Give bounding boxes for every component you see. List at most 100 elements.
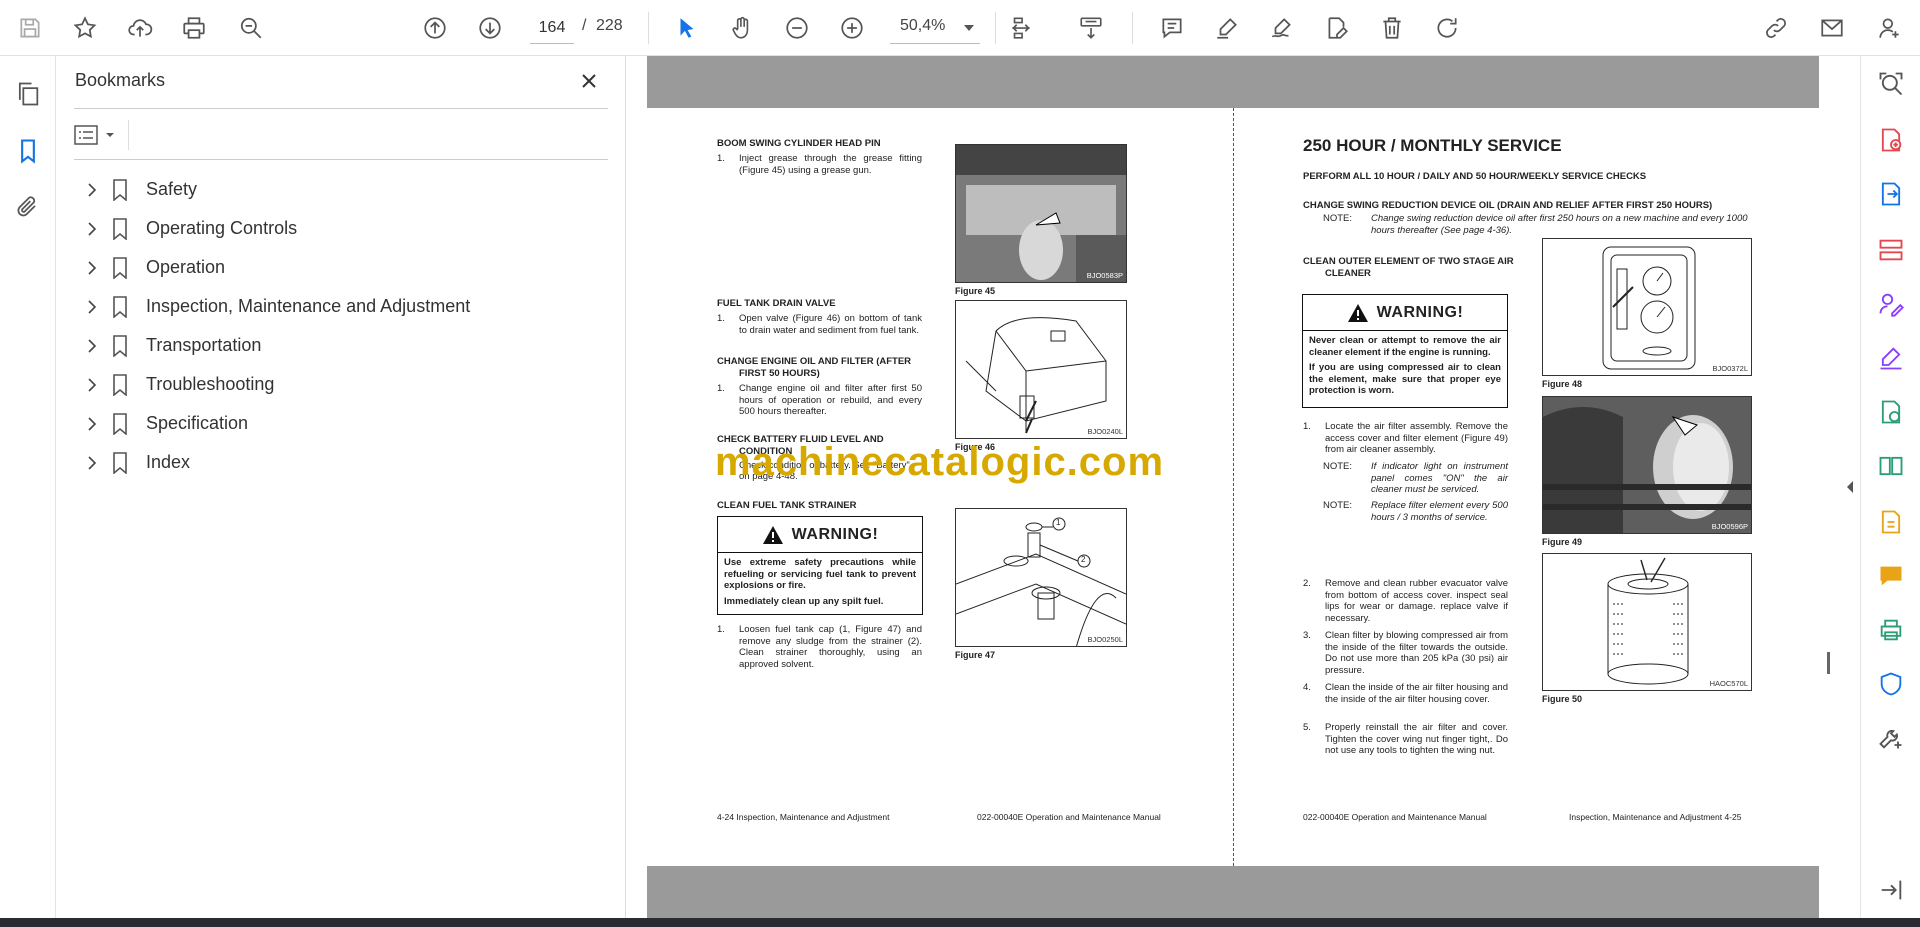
chevron-right-icon[interactable] — [80, 334, 104, 358]
bookmark-icon — [110, 256, 130, 280]
bookmark-item-operation[interactable]: Operation — [74, 248, 608, 287]
account-icon[interactable] — [1872, 10, 1908, 46]
page-fold-line — [1233, 108, 1234, 866]
warning-box: WARNING! Never clean or attempt to remov… — [1302, 294, 1508, 408]
list-item: 2. Remove and clean rubber evacuator valv… — [1303, 578, 1508, 624]
save-icon[interactable] — [12, 10, 48, 46]
watermark-text: machinecatalogic.com — [715, 440, 1165, 484]
scrollbar-thumb[interactable] — [1827, 652, 1830, 674]
trash-icon[interactable] — [1374, 10, 1410, 46]
right-tools-rail — [1860, 56, 1920, 918]
zoom-out-icon[interactable] — [779, 10, 815, 46]
figure-47-image: 1 2 BJO0250L — [955, 508, 1127, 647]
warning-header: WARNING! — [718, 517, 922, 553]
section-title: CHANGE SWING REDUCTION DEVICE OIL (DRAIN… — [1303, 200, 1713, 211]
create-pdf-icon[interactable] — [1875, 124, 1907, 156]
mail-icon[interactable] — [1814, 10, 1850, 46]
document-viewer[interactable]: BOOM SWING CYLINDER HEAD PIN 1. Inject gr… — [627, 56, 1860, 918]
list-options-icon — [74, 125, 98, 145]
warning-title: WARNING! — [1376, 303, 1464, 321]
chevron-right-icon[interactable] — [80, 412, 104, 436]
organize-pages-icon[interactable] — [1875, 234, 1907, 266]
send-review-icon[interactable] — [1875, 396, 1907, 428]
attachment-icon[interactable] — [10, 189, 46, 225]
edit-icon[interactable] — [1319, 10, 1355, 46]
arrow-up-icon[interactable] — [417, 10, 453, 46]
pdf-spread: BOOM SWING CYLINDER HEAD PIN 1. Inject gr… — [647, 108, 1819, 866]
warning-body: Never clean or attempt to remove the air… — [1303, 331, 1507, 401]
figure-code: BJO0240L — [1087, 427, 1123, 436]
chevron-right-icon[interactable] — [80, 217, 104, 241]
chevron-right-icon[interactable] — [80, 451, 104, 475]
bookmark-item-troubleshooting[interactable]: Troubleshooting — [74, 365, 608, 404]
figure-45-image: BJO0583P — [955, 144, 1127, 283]
comment-tool-icon[interactable] — [1875, 560, 1907, 592]
chevron-right-icon[interactable] — [80, 373, 104, 397]
cloud-upload-icon[interactable] — [122, 10, 158, 46]
item-text: Inject grease through the grease fitting… — [739, 153, 922, 176]
search-zoom-icon[interactable] — [233, 10, 269, 46]
zoom-dropdown[interactable]: 50,4% — [890, 12, 980, 44]
star-icon[interactable] — [67, 10, 103, 46]
chevron-right-icon[interactable] — [80, 256, 104, 280]
cursor-icon[interactable] — [669, 10, 705, 46]
export-pdf-icon[interactable] — [1875, 178, 1907, 210]
chevron-right-icon[interactable] — [80, 295, 104, 319]
page-separator: / — [582, 17, 587, 34]
bookmark-item-index[interactable]: Index — [74, 443, 608, 482]
note-label: NOTE: — [1323, 213, 1353, 224]
page-footer-left: 4-24 Inspection, Maintenance and Adjustm… — [717, 812, 890, 822]
fit-page-icon[interactable] — [1003, 10, 1039, 46]
warning-body: Use extreme safety precautions while ref… — [718, 553, 922, 611]
bookmark-icon — [110, 334, 130, 358]
bookmark-item-inspection[interactable]: Inspection, Maintenance and Adjustment — [74, 287, 608, 326]
highlight-icon[interactable] — [1209, 10, 1245, 46]
print-icon[interactable] — [176, 10, 212, 46]
bookmark-icon[interactable] — [10, 133, 46, 169]
bookmark-list: Safety Operating Controls Operation Insp… — [74, 170, 608, 482]
comment-icon[interactable] — [1154, 10, 1190, 46]
list-item: 1. Locate the air filter assembly. Remove… — [1303, 421, 1508, 456]
toolbar-divider — [648, 12, 649, 44]
print-production-icon[interactable] — [1875, 614, 1907, 646]
expand-panel-icon[interactable] — [1875, 874, 1907, 906]
protect-icon[interactable] — [1875, 668, 1907, 700]
arrow-down-icon[interactable] — [472, 10, 508, 46]
rotate-icon[interactable] — [1429, 10, 1465, 46]
bookmark-item-operating-controls[interactable]: Operating Controls — [74, 209, 608, 248]
item-text: Clean filter by blowing compressed air f… — [1325, 630, 1508, 676]
item-text: Locate the air filter assembly. Remove t… — [1325, 421, 1508, 455]
more-tools-icon[interactable] — [1875, 722, 1907, 754]
item-text: Open valve (Figure 46) on bottom of tank… — [739, 313, 922, 336]
page-total: 228 — [596, 17, 623, 34]
figure-46-image: BJO0240L — [955, 300, 1127, 439]
link-icon[interactable] — [1758, 10, 1794, 46]
main-toolbar: / 228 50,4% — [0, 0, 1920, 56]
list-item: 4. Clean the inside of the air filter hou… — [1303, 682, 1508, 705]
bookmark-icon — [110, 373, 130, 397]
scroll-mode-icon[interactable] — [1073, 10, 1109, 46]
request-signature-icon[interactable] — [1875, 288, 1907, 320]
divider — [128, 120, 129, 150]
zoom-in-icon[interactable] — [834, 10, 870, 46]
sign-icon[interactable] — [1264, 10, 1300, 46]
section-title: FUEL TANK DRAIN VALVE — [717, 298, 836, 309]
bookmark-item-transportation[interactable]: Transportation — [74, 326, 608, 365]
list-item: 1. Inject grease through the grease fitti… — [717, 153, 922, 176]
collapse-right-panel-icon[interactable] — [1845, 480, 1855, 499]
bookmark-item-specification[interactable]: Specification — [74, 404, 608, 443]
zoom-search-icon[interactable] — [1875, 68, 1907, 100]
bookmark-item-safety[interactable]: Safety — [74, 170, 608, 209]
fill-sign-icon[interactable] — [1875, 342, 1907, 374]
page-number-input[interactable] — [530, 12, 574, 44]
figure-caption: Figure 45 — [955, 286, 996, 296]
close-icon[interactable] — [576, 68, 602, 94]
scan-ocr-icon[interactable] — [1875, 506, 1907, 538]
section-title: CLEANER — [1325, 268, 1371, 279]
chevron-right-icon[interactable] — [80, 178, 104, 202]
hand-icon[interactable] — [724, 10, 760, 46]
pages-icon[interactable] — [10, 76, 46, 112]
compare-icon[interactable] — [1875, 450, 1907, 482]
bookmark-options-button[interactable] — [74, 118, 124, 152]
item-number: 5. — [1303, 722, 1311, 733]
